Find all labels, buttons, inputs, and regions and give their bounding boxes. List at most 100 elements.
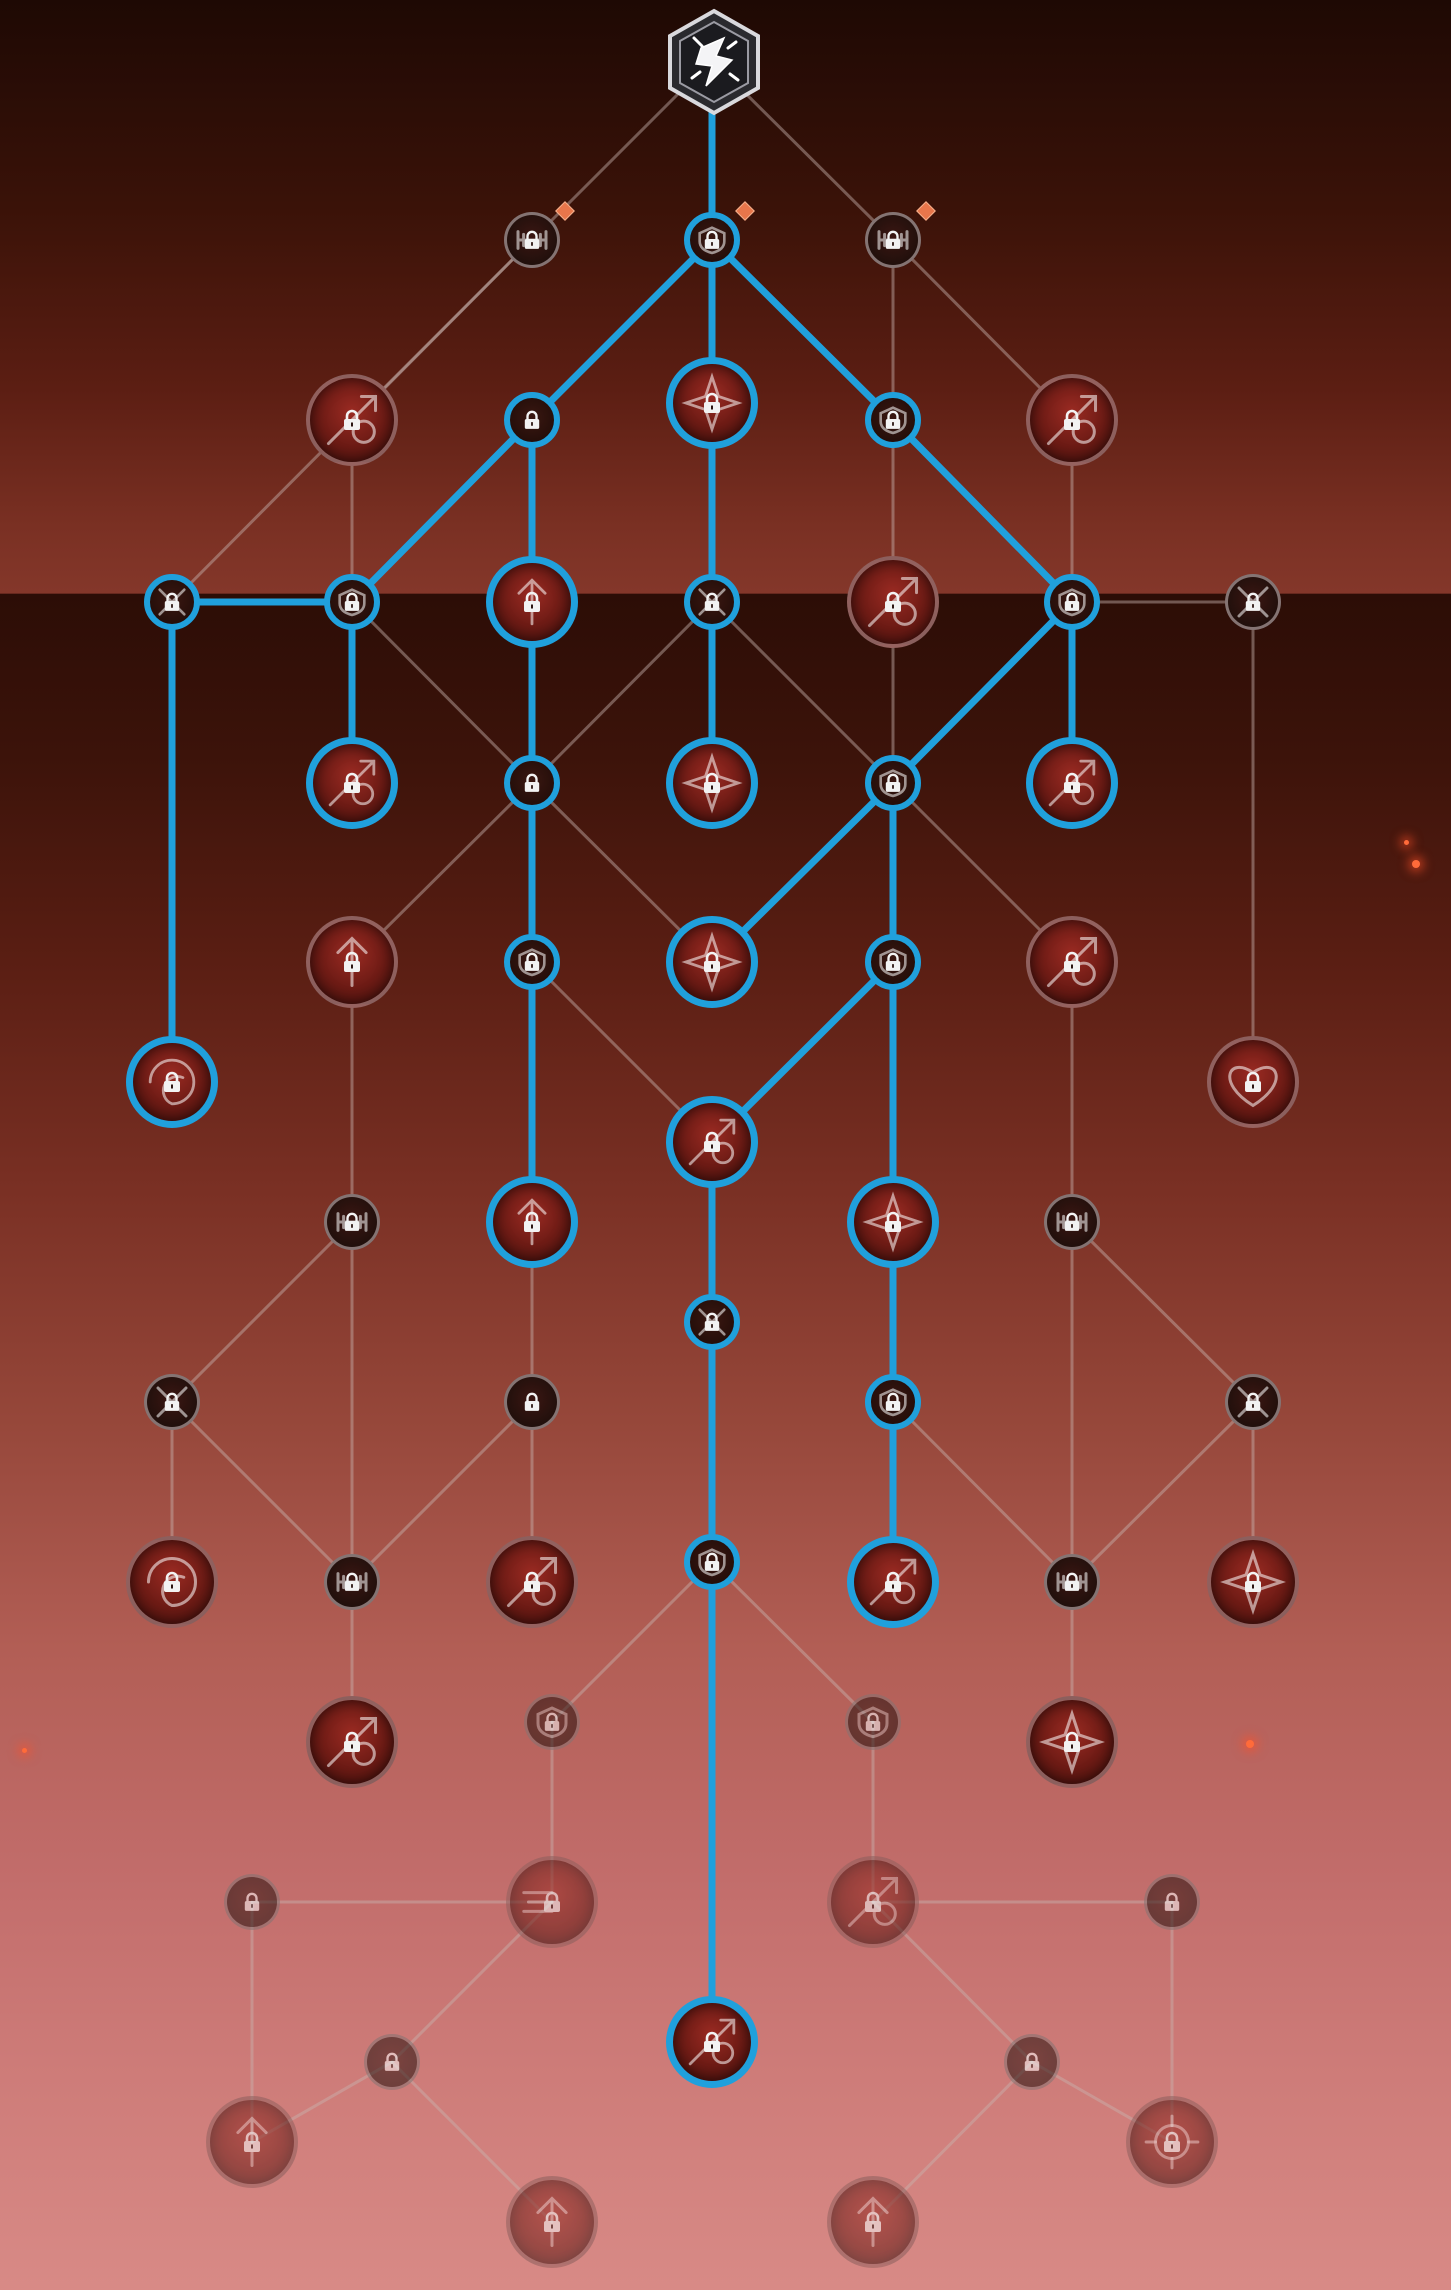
skill-node-lock[interactable] xyxy=(364,2034,420,2090)
skill-node-barbell[interactable] xyxy=(504,212,560,268)
lock-icon xyxy=(1064,592,1080,611)
skill-node-sword-up[interactable] xyxy=(486,1176,578,1268)
skill-node-barbell[interactable] xyxy=(1044,1554,1100,1610)
skill-node-burst[interactable] xyxy=(847,1176,939,1268)
skill-node-barbell[interactable] xyxy=(324,1194,380,1250)
skill-node-sword-plus[interactable] xyxy=(1026,737,1118,829)
lock-icon xyxy=(344,772,360,793)
lock-icon xyxy=(244,2131,260,2152)
skill-node-crossed-swords[interactable] xyxy=(144,1374,200,1430)
skill-node-lock[interactable] xyxy=(504,755,560,811)
lock-icon xyxy=(1024,2052,1040,2071)
skill-node-slash[interactable] xyxy=(827,1856,919,1948)
skill-node-slash[interactable] xyxy=(486,1536,578,1628)
skill-node-shield[interactable] xyxy=(504,934,560,990)
skill-node-sword-up[interactable] xyxy=(486,556,578,648)
skill-node-barbell[interactable] xyxy=(1044,1194,1100,1250)
skill-node-barbell[interactable] xyxy=(865,212,921,268)
skill-node-shield[interactable] xyxy=(865,934,921,990)
lock-icon xyxy=(704,592,720,611)
inactive-connection xyxy=(170,1220,354,1404)
lock-icon xyxy=(164,1571,180,1592)
skill-node-heart[interactable] xyxy=(1207,1036,1299,1128)
lock-icon xyxy=(524,410,540,429)
lock-icon xyxy=(244,1892,260,1911)
skill-node-shield[interactable] xyxy=(865,1374,921,1430)
skill-node-shield[interactable] xyxy=(845,1694,901,1750)
skill-node-rising-burst[interactable] xyxy=(666,737,758,829)
skill-node-burst[interactable] xyxy=(666,916,758,1008)
lock-icon xyxy=(704,1552,720,1571)
lock-icon xyxy=(1245,1392,1261,1411)
skill-node-burst[interactable] xyxy=(666,357,758,449)
lock-icon xyxy=(1064,1731,1080,1752)
inactive-connection xyxy=(1070,1220,1255,1404)
skill-node-slash-plus[interactable] xyxy=(666,1996,758,2088)
root-class-emblem[interactable] xyxy=(666,8,762,116)
lock-icon xyxy=(524,230,540,249)
skill-node-shield[interactable] xyxy=(865,392,921,448)
skill-node-star-sword[interactable] xyxy=(1026,1696,1118,1788)
lock-icon xyxy=(1064,1212,1080,1231)
skill-node-arrows-up[interactable] xyxy=(306,916,398,1008)
skill-node-shield[interactable] xyxy=(1044,574,1100,630)
lock-icon xyxy=(344,1731,360,1752)
skill-node-slash[interactable] xyxy=(847,1536,939,1628)
lock-icon xyxy=(1064,409,1080,430)
skill-node-sword-up[interactable] xyxy=(506,2176,598,2268)
lock-icon xyxy=(524,1211,540,1232)
skill-node-barbell[interactable] xyxy=(324,1554,380,1610)
lock-icon xyxy=(384,2052,400,2071)
skill-node-lock[interactable] xyxy=(1004,2034,1060,2090)
skill-node-crossed-swords[interactable] xyxy=(684,574,740,630)
lock-icon xyxy=(865,1891,881,1912)
skill-node-crossed-swords[interactable] xyxy=(1225,1374,1281,1430)
lock-icon xyxy=(704,392,720,413)
lock-icon xyxy=(1245,1071,1261,1092)
lock-icon xyxy=(344,1212,360,1231)
lock-icon xyxy=(1064,1572,1080,1591)
skill-node-sword-plus[interactable] xyxy=(306,737,398,829)
skill-node-shield[interactable] xyxy=(865,755,921,811)
lock-icon xyxy=(704,772,720,793)
lock-icon xyxy=(704,230,720,249)
skill-node-lock[interactable] xyxy=(504,1374,560,1430)
skill-node-lock[interactable] xyxy=(1144,1874,1200,1930)
skill-node-arrows-up[interactable] xyxy=(206,2096,298,2188)
skill-node-shield[interactable] xyxy=(684,1534,740,1590)
skill-node-swirl[interactable] xyxy=(126,1536,218,1628)
lock-icon xyxy=(885,773,901,792)
skill-node-shield[interactable] xyxy=(324,574,380,630)
skill-node-shield[interactable] xyxy=(524,1694,580,1750)
skill-node-gear[interactable] xyxy=(1126,2096,1218,2188)
lock-icon xyxy=(885,1571,901,1592)
skill-node-crossed-swords[interactable] xyxy=(1225,574,1281,630)
skill-node-swirl[interactable] xyxy=(126,1036,218,1128)
lock-icon xyxy=(885,1211,901,1232)
lock-icon xyxy=(524,591,540,612)
lock-icon xyxy=(164,1392,180,1411)
lock-icon xyxy=(885,952,901,971)
lock-icon xyxy=(885,410,901,429)
skill-node-crossed-swords[interactable] xyxy=(684,1294,740,1350)
lock-icon xyxy=(865,1712,881,1731)
skill-node-sword-plus[interactable] xyxy=(1026,374,1118,466)
skill-node-sparkle[interactable] xyxy=(1207,1536,1299,1628)
skill-node-shield[interactable] xyxy=(684,212,740,268)
skill-node-crossed-swords[interactable] xyxy=(144,574,200,630)
skill-node-sword-plus[interactable] xyxy=(306,374,398,466)
lock-icon xyxy=(1245,592,1261,611)
lock-icon xyxy=(885,591,901,612)
skill-node-sword-plus[interactable] xyxy=(1026,916,1118,1008)
lock-icon xyxy=(1164,2131,1180,2152)
lock-icon xyxy=(1064,772,1080,793)
lock-icon xyxy=(344,592,360,611)
skill-node-lock[interactable] xyxy=(224,1874,280,1930)
lock-icon xyxy=(704,951,720,972)
skill-node-sword-slash[interactable] xyxy=(666,1096,758,1188)
skill-node-dash[interactable] xyxy=(506,1856,598,1948)
skill-node-arrows-up[interactable] xyxy=(827,2176,919,2268)
skill-node-lock[interactable] xyxy=(504,392,560,448)
skill-node-sword-plus[interactable] xyxy=(306,1696,398,1788)
skill-node-slash[interactable] xyxy=(847,556,939,648)
